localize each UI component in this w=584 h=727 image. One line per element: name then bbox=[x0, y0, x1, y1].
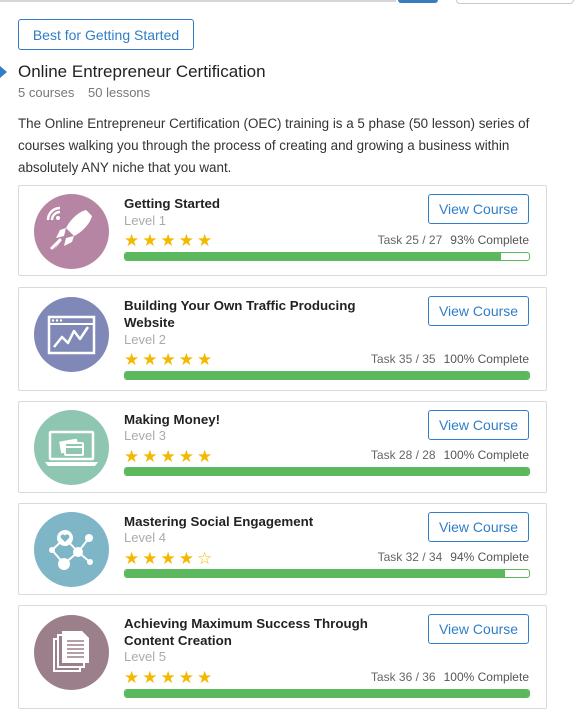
view-course-button[interactable]: View Course bbox=[428, 512, 529, 542]
task-count: Task 25 / 27 bbox=[377, 233, 443, 247]
percent-complete: 100% Complete bbox=[443, 670, 529, 684]
star-rating: ★★★★★ bbox=[124, 350, 216, 369]
expand-caret-icon[interactable] bbox=[0, 66, 7, 78]
course-title[interactable]: Building Your Own Traffic Producing Webs… bbox=[124, 297, 394, 331]
course-card-3: Making Money! Level 3 ★★★★★ View Course … bbox=[18, 401, 547, 493]
course-level: Level 3 bbox=[124, 428, 166, 443]
progress-bar bbox=[124, 467, 530, 476]
course-level: Level 1 bbox=[124, 213, 166, 228]
view-course-button[interactable]: View Course bbox=[428, 614, 529, 644]
percent-complete: 100% Complete bbox=[443, 352, 529, 366]
browser-chart-icon bbox=[34, 297, 109, 372]
task-count: Task 35 / 35 bbox=[370, 352, 436, 366]
percent-complete: 94% Complete bbox=[450, 550, 529, 564]
task-count: Task 32 / 34 bbox=[377, 550, 443, 564]
course-level: Level 2 bbox=[124, 332, 166, 347]
progress-bar bbox=[124, 569, 530, 578]
certification-title: Online Entrepreneur Certification bbox=[18, 62, 266, 81]
social-network-icon bbox=[34, 512, 109, 587]
course-card-5: Achieving Maximum Success Through Conten… bbox=[18, 605, 547, 709]
progress-text: Task 25 / 27 93% Complete bbox=[378, 233, 529, 247]
task-count: Task 36 / 36 bbox=[370, 670, 436, 684]
view-course-button[interactable]: View Course bbox=[428, 296, 529, 326]
view-course-button[interactable]: View Course bbox=[428, 194, 529, 224]
course-title[interactable]: Mastering Social Engagement bbox=[124, 513, 394, 530]
progress-text: Task 32 / 34 94% Complete bbox=[378, 550, 529, 564]
laptop-payment-icon bbox=[34, 410, 109, 485]
search-button-edge[interactable] bbox=[398, 0, 438, 3]
course-level: Level 5 bbox=[124, 649, 166, 664]
rocket-icon bbox=[34, 194, 109, 269]
sort-dropdown-edge[interactable] bbox=[456, 0, 574, 4]
progress-bar bbox=[124, 371, 530, 380]
course-title[interactable]: Achieving Maximum Success Through Conten… bbox=[124, 615, 394, 649]
top-toolbar-edge bbox=[0, 0, 584, 6]
progress-fill bbox=[125, 468, 529, 475]
progress-bar bbox=[124, 689, 530, 698]
course-card-1: Getting Started Level 1 ★★★★★ View Cours… bbox=[18, 185, 547, 276]
progress-fill bbox=[125, 690, 529, 697]
progress-fill bbox=[125, 253, 501, 260]
progress-text: Task 35 / 35 100% Complete bbox=[371, 352, 529, 366]
course-title[interactable]: Making Money! bbox=[124, 411, 394, 428]
star-rating: ★★★★★ bbox=[124, 231, 216, 250]
view-course-button[interactable]: View Course bbox=[428, 410, 529, 440]
progress-bar bbox=[124, 252, 530, 261]
progress-fill bbox=[125, 570, 505, 577]
certification-meta: 5 courses 50 lessons bbox=[18, 85, 150, 100]
star-rating: ★★★★★ bbox=[124, 447, 216, 466]
course-card-4: Mastering Social Engagement Level 4 ★★★★… bbox=[18, 503, 547, 595]
star-rating: ★★★★★ bbox=[124, 668, 216, 687]
percent-complete: 100% Complete bbox=[443, 448, 529, 462]
documents-icon bbox=[34, 615, 109, 690]
star-rating: ★★★★☆ bbox=[124, 549, 216, 568]
progress-fill bbox=[125, 372, 529, 379]
top-divider bbox=[0, 0, 396, 2]
courses-count: 5 courses bbox=[18, 85, 75, 100]
lessons-count: 50 lessons bbox=[88, 85, 151, 100]
progress-text: Task 28 / 28 100% Complete bbox=[371, 448, 529, 462]
percent-complete: 93% Complete bbox=[450, 233, 529, 247]
task-count: Task 28 / 28 bbox=[370, 448, 436, 462]
course-level: Level 4 bbox=[124, 530, 166, 545]
progress-text: Task 36 / 36 100% Complete bbox=[371, 670, 529, 684]
course-title[interactable]: Getting Started bbox=[124, 195, 394, 212]
certification-description: The Online Entrepreneur Certification (O… bbox=[18, 116, 530, 175]
best-for-getting-started-button[interactable]: Best for Getting Started bbox=[18, 19, 194, 50]
course-card-2: Building Your Own Traffic Producing Webs… bbox=[18, 287, 547, 391]
